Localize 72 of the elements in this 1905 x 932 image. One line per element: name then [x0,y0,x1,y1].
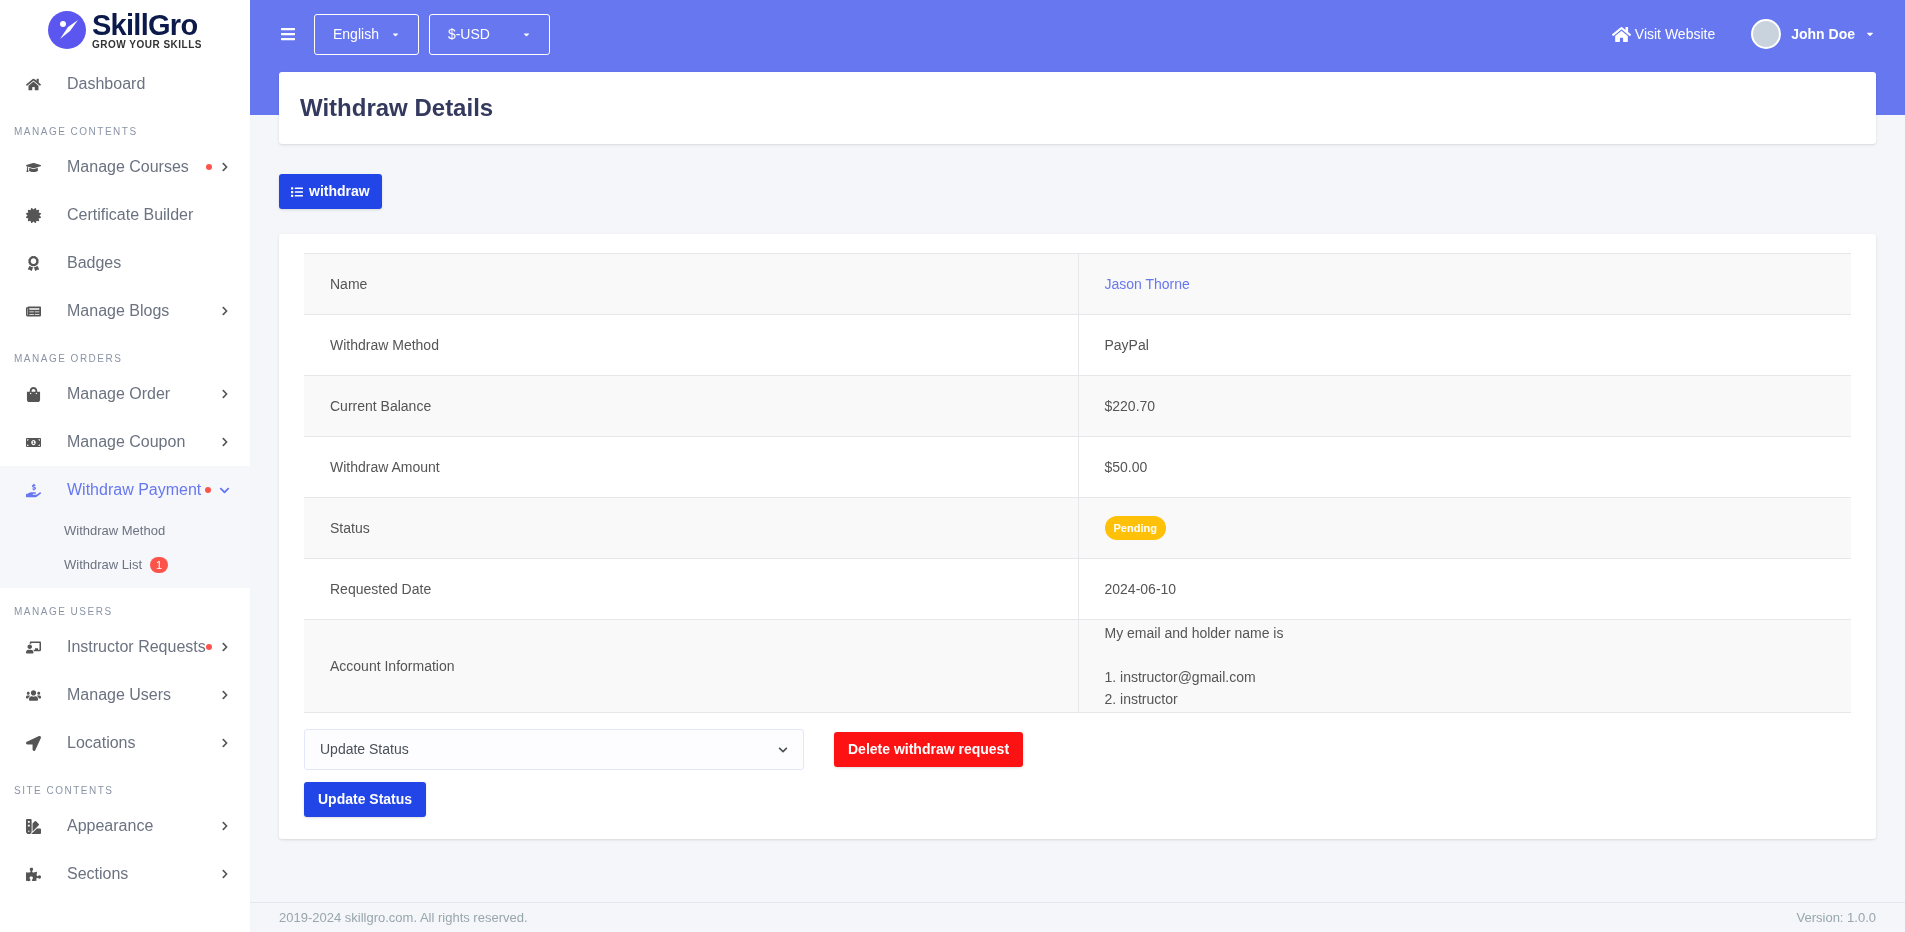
chevron-right-icon [220,162,230,172]
puzzle-icon [26,866,41,882]
logo-name: SkillGro [91,10,198,40]
account-info-line: My email and holder name is [1104,624,1284,643]
submenu-item[interactable]: Withdraw List [64,555,143,575]
sidebar-item[interactable]: Manage Coupon [0,418,250,466]
sidebar-item[interactable]: Manage Users [0,671,250,719]
home-icon [1611,24,1631,44]
table-cell-text: Account Information [330,656,455,676]
sidebar-item[interactable]: Instructor Requests [0,623,250,671]
sidebar-item[interactable]: Locations [0,719,250,767]
table-cell-text: $50.00 [1104,457,1148,477]
name-link[interactable]: Jason Thorne [1104,273,1190,295]
sidebar-item[interactable]: Appearance [0,802,250,850]
location-arrow-icon [26,735,41,751]
submenu-item[interactable]: Withdraw Method [64,521,166,541]
section-heading: MANAGE CONTENTS [13,125,139,139]
table-cell-text: $220.70 [1104,396,1156,416]
table-cell-text: Current Balance [330,396,432,416]
sidebar-item[interactable]: Manage Blogs [0,287,250,335]
seal-icon [26,207,41,223]
home-icon [26,76,41,92]
hand-coin-icon [26,482,41,498]
table-cell-text: Withdraw Amount [330,457,440,477]
list-icon [291,185,303,198]
page-title: Withdraw Details [300,93,494,123]
chevron-right-icon [220,738,230,748]
status-select[interactable]: Update Status [304,729,804,770]
chevron-right-icon [220,869,230,879]
table-cell-text: 2024-06-10 [1104,579,1177,599]
table-cell-text: Withdraw Method [330,335,439,355]
chevron-right-icon [220,389,230,399]
users-icon [26,687,41,703]
table-cell-text: PayPal [1104,335,1149,355]
sidebar-item[interactable]: Dashboard [0,60,250,108]
chevron-down-icon [778,744,788,755]
visit-website-link[interactable]: Visit Website [1611,23,1716,45]
swatch-icon [26,818,41,834]
language-select[interactable]: English [314,13,419,55]
sidebar-item[interactable]: Manage Order [0,370,250,418]
menu-icon[interactable] [280,26,296,42]
bag-icon [26,386,41,402]
chevron-right-icon [220,642,230,652]
sidebar-item[interactable]: Sections [0,850,250,898]
withdraw-list-button[interactable]: withdraw [279,174,382,209]
section-heading: SITE CONTENTS [13,784,115,798]
update-status-button[interactable]: Update Status [304,782,427,817]
section-heading: MANAGE ORDERS [13,352,124,366]
chevron-right-icon [220,690,230,700]
logo-icon [47,11,86,49]
chevron-right-icon [220,437,230,447]
sidebar-item[interactable]: Manage Courses [0,143,250,191]
table-cell-text: Status [330,518,370,538]
sidebar-item[interactable]: Certificate Builder [0,191,250,239]
award-icon [26,255,41,271]
table-cell-text: Name [330,274,368,294]
count-badge: 1 [150,557,169,573]
table-cell-text: Requested Date [330,579,432,599]
copyright-text: 2019-2024 skillgro.com. All rights reserved. [279,908,528,927]
teacher-icon [26,639,41,655]
account-info-line: 2. instructor [1104,690,1179,709]
section-heading: MANAGE USERS [13,605,114,619]
version-text: Version: 1.0.0 [1796,908,1876,927]
delete-request-button[interactable]: Delete withdraw request [834,732,1024,767]
account-info-line: 1. instructor@gmail.com [1104,668,1257,687]
chevron-right-icon [220,821,230,831]
logo-tagline: GROW YOUR SKILLS [91,39,202,50]
sidebar-item[interactable]: Badges [0,239,250,287]
currency-select[interactable]: $-USD [428,13,550,55]
user-name[interactable]: John Doe [1791,23,1855,45]
chevron-right-icon [220,306,230,316]
status-badge: Pending [1104,515,1166,541]
